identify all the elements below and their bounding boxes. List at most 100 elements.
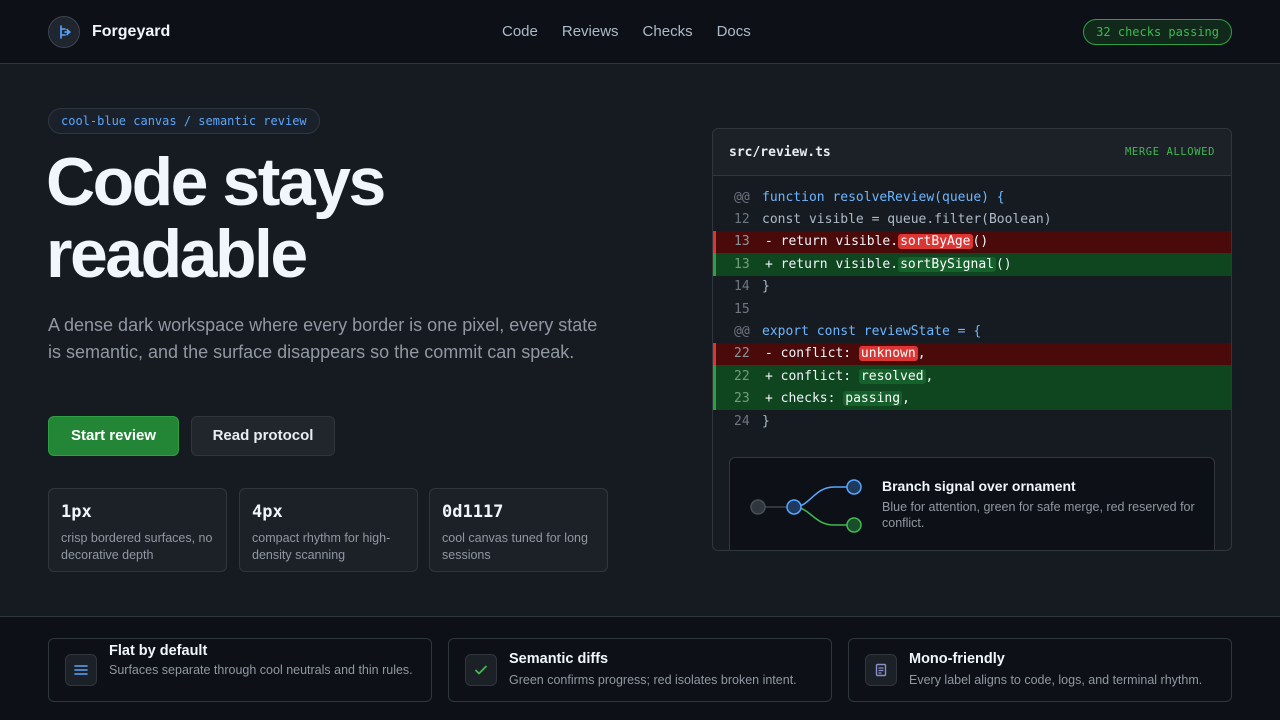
- diff-body: @@ function resolveReview(queue) { 12 const…: [713, 176, 1231, 432]
- feature-title: Mono-friendly: [909, 651, 1005, 667]
- brand-logo-icon: [48, 16, 80, 48]
- branch-card-title: Branch signal over ornament: [882, 478, 1076, 494]
- code-text: }: [762, 413, 770, 429]
- line-number: 22: [734, 346, 750, 362]
- code-text: + conflict:: [765, 368, 859, 384]
- feature-description: Every label aligns to code, logs, and te…: [909, 673, 1203, 687]
- feature-card: Semantic diffs Green confirms progress; …: [448, 638, 832, 702]
- line-number: 23: [734, 391, 750, 407]
- code-text: - conflict:: [765, 346, 859, 362]
- removed-token: unknown: [858, 346, 918, 362]
- code-text: function resolveReview(queue) {: [762, 189, 1005, 205]
- brand-name: Forgeyard: [92, 23, 171, 40]
- diff-line[interactable]: 15: [713, 298, 1231, 320]
- stat-card: 4px compact rhythm for high-density scan…: [239, 488, 418, 572]
- line-number: 13: [734, 256, 750, 272]
- code-text: ,: [925, 368, 934, 384]
- code-text: export const reviewState = {: [762, 324, 982, 340]
- diff-file-name[interactable]: src/review.ts: [729, 145, 831, 160]
- feature-description: Surfaces separate through cool neutrals …: [109, 663, 413, 677]
- line-code: + conflict: resolved,: [765, 368, 934, 384]
- stat-card: 0d1117 cool canvas tuned for long sessio…: [429, 488, 608, 572]
- feature-card: Flat by default Surfaces separate throug…: [48, 638, 432, 702]
- removed-token: sortByAge: [898, 234, 973, 250]
- stat-description: cool canvas tuned for long sessions: [442, 531, 588, 562]
- hero-tag: cool-blue canvas / semantic review: [48, 108, 320, 134]
- line-number: @@: [734, 324, 750, 340]
- line-code: }: [762, 414, 770, 429]
- feature-strip: Flat by default Surfaces separate throug…: [0, 616, 1280, 720]
- branch-graph-icon: [750, 479, 862, 533]
- diff-line[interactable]: 23 + checks: passing,: [713, 387, 1231, 410]
- stat-description: crisp bordered surfaces, no decorative d…: [61, 531, 213, 562]
- code-text: ,: [902, 391, 910, 407]
- stat-description: compact rhythm for high-density scanning: [252, 531, 391, 562]
- feature-card: Mono-friendly Every label aligns to code…: [848, 638, 1232, 702]
- diff-panel: src/review.ts MERGE ALLOWED @@ function r…: [712, 128, 1232, 551]
- line-number: 24: [734, 413, 750, 429]
- code-text: const visible = queue.filter(Boolean): [762, 212, 1052, 228]
- hero-description: A dense dark workspace where every borde…: [48, 315, 598, 362]
- code-text: ,: [917, 346, 926, 362]
- headline-line-1: Code stays: [46, 144, 386, 220]
- added-token: passing: [843, 391, 903, 407]
- stat-value: 0d1117: [442, 502, 504, 522]
- brand[interactable]: Forgeyard: [48, 16, 170, 48]
- nav-checks[interactable]: Checks: [643, 22, 693, 42]
- headline-line-2: readable: [46, 216, 308, 292]
- line-code: - return visible. sortByAge(): [765, 234, 989, 250]
- feature-description: Green confirms progress; red isolates br…: [509, 673, 797, 687]
- checks-status-badge[interactable]: 32 checks passing: [1083, 19, 1232, 45]
- diff-line[interactable]: @@ function resolveReview(queue) {: [713, 186, 1231, 208]
- added-token: resolved: [858, 368, 926, 384]
- diff-header: src/review.ts MERGE ALLOWED: [713, 129, 1231, 176]
- code-text: - return visible.: [765, 234, 899, 250]
- line-code: function resolveReview(queue) {: [762, 190, 1005, 205]
- line-number: 22: [734, 368, 750, 384]
- feature-title: Flat by default: [109, 643, 208, 659]
- stat-value: 1px: [61, 502, 92, 522]
- diff-line[interactable]: 22 - conflict: unknown,: [713, 342, 1231, 366]
- nav-reviews[interactable]: Reviews: [562, 22, 619, 42]
- nav-code[interactable]: Code: [502, 22, 538, 42]
- branch-signal-card: Branch signal over ornament Blue for att…: [729, 457, 1215, 550]
- line-number: @@: [734, 189, 750, 205]
- start-review-button[interactable]: Start review: [48, 416, 179, 456]
- diff-line[interactable]: 12 const visible = queue.filter(Boolean): [713, 208, 1231, 230]
- code-text: (): [995, 256, 1012, 272]
- line-code: + checks: passing,: [765, 391, 910, 407]
- line-code: }: [762, 279, 770, 294]
- line-code: - conflict: unknown,: [765, 346, 926, 362]
- code-text: (): [972, 234, 989, 250]
- code-text: + checks:: [765, 391, 844, 407]
- page-title: Code stays readable: [46, 146, 646, 290]
- line-code: export const reviewState = {: [762, 324, 981, 339]
- document-icon: [865, 654, 897, 686]
- merge-status-badge: MERGE ALLOWED: [1125, 146, 1215, 158]
- diff-line[interactable]: @@ export const reviewState = {: [713, 320, 1231, 342]
- diff-line[interactable]: 13 - return visible. sortByAge(): [713, 230, 1231, 254]
- stat-value: 4px: [252, 502, 283, 522]
- line-number: 15: [734, 301, 750, 317]
- line-number: 13: [734, 234, 750, 250]
- diff-line[interactable]: 13 + return visible. sortBySignal(): [713, 253, 1231, 276]
- list-icon: [65, 654, 97, 686]
- diff-line[interactable]: 22 + conflict: resolved,: [713, 365, 1231, 388]
- top-bar: Forgeyard Code Reviews Checks Docs 32 ch…: [0, 0, 1280, 64]
- feature-title: Semantic diffs: [509, 651, 609, 667]
- line-code: + return visible. sortBySignal(): [765, 256, 1012, 272]
- check-icon: [465, 654, 497, 686]
- line-number: 14: [734, 279, 750, 295]
- line-code: const visible = queue.filter(Boolean): [762, 212, 1052, 227]
- branch-card-description: Blue for attention, green for safe merge…: [882, 500, 1195, 530]
- line-number: 12: [734, 212, 750, 228]
- diff-line[interactable]: 14}: [713, 276, 1231, 298]
- added-token: sortBySignal: [898, 256, 996, 272]
- read-protocol-button[interactable]: Read protocol: [191, 416, 335, 456]
- diff-line[interactable]: 24}: [713, 410, 1231, 432]
- main-nav: Code Reviews Checks Docs: [502, 22, 751, 42]
- stat-card: 1px crisp bordered surfaces, no decorati…: [48, 488, 227, 572]
- nav-docs[interactable]: Docs: [717, 22, 751, 42]
- code-text: + return visible.: [765, 256, 899, 272]
- code-text: }: [762, 279, 770, 295]
